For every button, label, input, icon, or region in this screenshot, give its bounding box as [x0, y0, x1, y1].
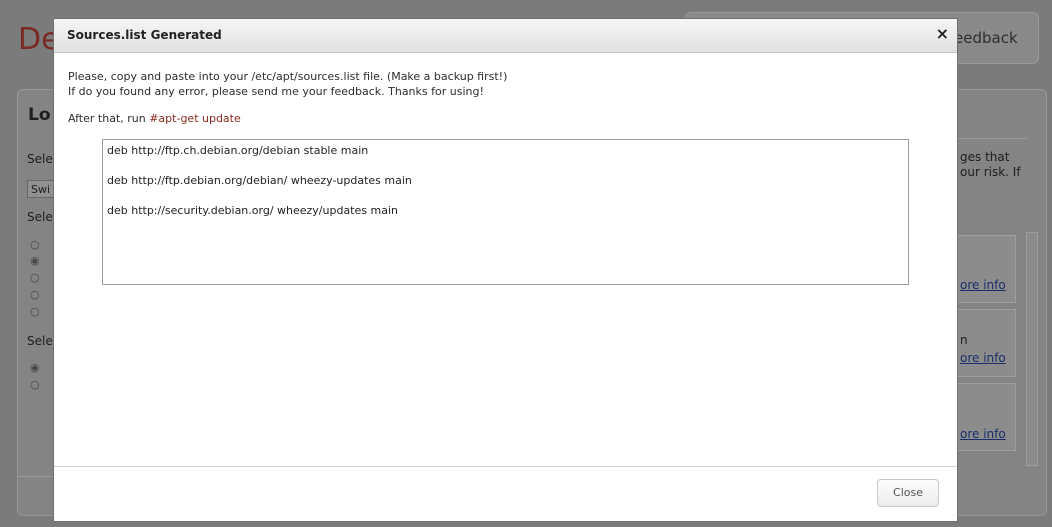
radio-option-6[interactable]: ◉: [30, 361, 40, 374]
more-info-link-1[interactable]: ore info: [960, 278, 1006, 292]
right-text-3: n: [960, 333, 968, 347]
instruction-line-2: If do you found any error, please send m…: [68, 85, 484, 98]
radio-option-5[interactable]: ○: [30, 305, 40, 318]
apt-command: #apt-get update: [149, 112, 241, 125]
modal-header: Sources.list Generated ×: [54, 19, 957, 53]
panel-title-fragment: Lo: [28, 105, 51, 125]
after-instruction: After that, run #apt-get update: [68, 112, 241, 125]
modal-footer: Close: [54, 466, 957, 522]
more-info-link-2[interactable]: ore info: [960, 351, 1006, 365]
divider: [955, 138, 1027, 139]
select-label-2: Sele: [27, 210, 53, 224]
right-text-1: ges that: [960, 150, 1010, 164]
select-label-3: Sele: [27, 334, 53, 348]
source-line: deb http://security.debian.org/ wheezy/u…: [107, 204, 398, 217]
radio-option-2[interactable]: ◉: [30, 254, 40, 267]
close-icon[interactable]: ×: [936, 24, 949, 43]
sources-modal: Sources.list Generated × Please, copy an…: [53, 18, 958, 522]
source-line: deb http://ftp.debian.org/debian/ wheezy…: [107, 174, 412, 187]
radio-option-4[interactable]: ○: [30, 288, 40, 301]
source-line: deb http://ftp.ch.debian.org/debian stab…: [107, 144, 369, 157]
radio-option-1[interactable]: ○: [30, 238, 40, 251]
modal-title: Sources.list Generated: [67, 28, 222, 42]
after-text: After that, run: [68, 112, 150, 125]
radio-option-7[interactable]: ○: [30, 378, 40, 391]
close-button[interactable]: Close: [877, 479, 939, 507]
divider: [18, 476, 54, 477]
right-text-2: our risk. If: [960, 165, 1021, 179]
more-info-link-3[interactable]: ore info: [960, 427, 1006, 441]
select-label-1: Sele: [27, 152, 53, 166]
sources-textarea[interactable]: deb http://ftp.ch.debian.org/debian stab…: [102, 139, 909, 285]
instruction-line-1: Please, copy and paste into your /etc/ap…: [68, 70, 508, 83]
scrollbar[interactable]: [1026, 232, 1038, 466]
feedback-label: eedback: [954, 29, 1018, 47]
radio-option-3[interactable]: ○: [30, 271, 40, 284]
